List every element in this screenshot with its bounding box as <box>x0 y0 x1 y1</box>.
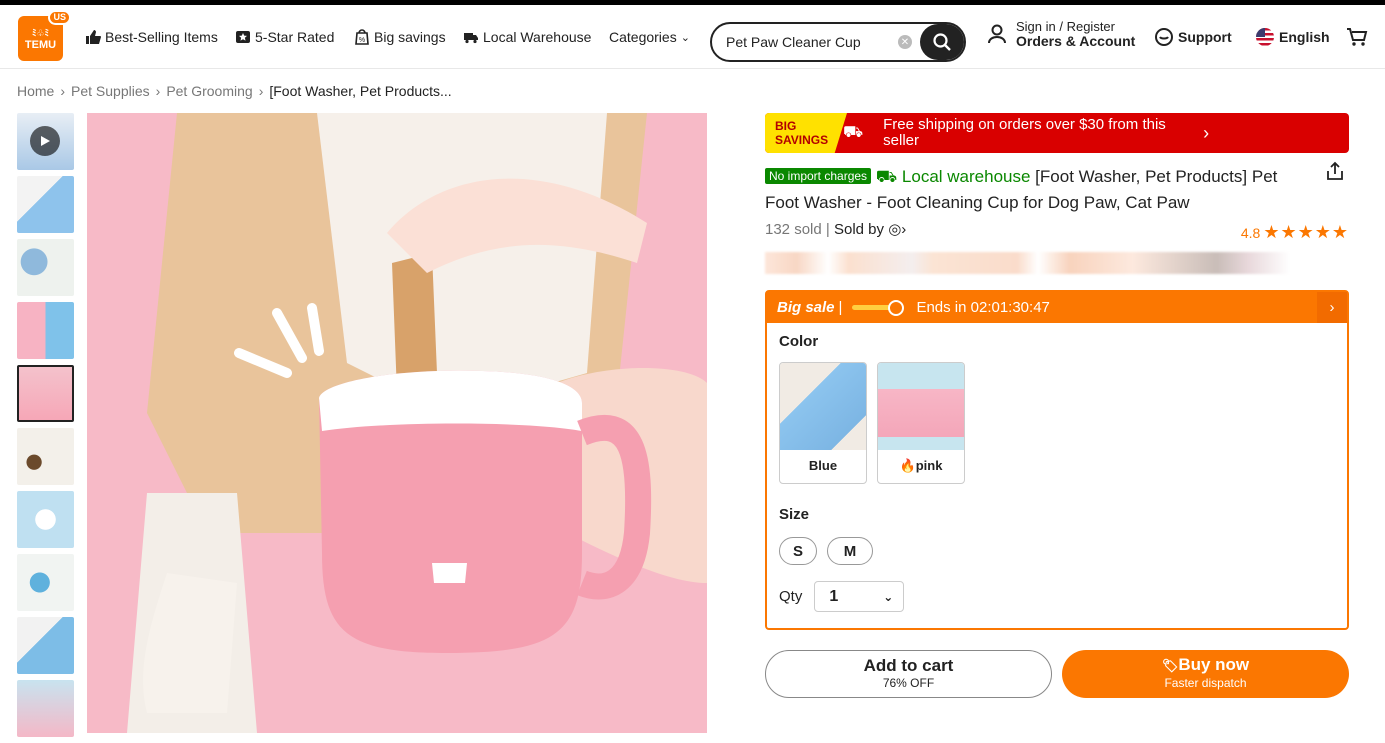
user-icon <box>988 24 1006 44</box>
product-title: No import charges ⛟ Local warehouse [Foo… <box>765 163 1305 216</box>
cart-link[interactable] <box>1346 5 1368 69</box>
sale-progress-bar <box>852 300 905 316</box>
breadcrumb-home[interactable]: Home <box>17 83 54 99</box>
sale-countdown: Ends in 02:01:30:47 <box>916 299 1050 316</box>
nav-big-savings[interactable]: % Big savings <box>354 5 446 69</box>
product-main-image[interactable] <box>87 113 707 733</box>
promo-banner[interactable]: BIG SAVINGS ⛟ Free shipping on orders ov… <box>765 113 1349 153</box>
star-icons: ★★★★★ <box>1263 222 1349 242</box>
truck-icon: ⛟ <box>875 167 898 186</box>
color-swatch-image <box>780 363 866 450</box>
nav-local-warehouse[interactable]: Local Warehouse <box>463 5 591 69</box>
tag-icon: 🏷 <box>1161 658 1179 673</box>
svg-text:%: % <box>359 37 365 44</box>
search-button[interactable] <box>920 24 964 60</box>
savings-bag-icon: % <box>355 29 369 45</box>
site-header: ﾐ♧ﾐ TEMU US Best-Selling Items 5-Star Ra… <box>0 5 1385 69</box>
promo-message: Free shipping on orders over $30 from th… <box>883 116 1166 149</box>
product-info: BIG SAVINGS ⛟ Free shipping on orders ov… <box>765 113 1349 698</box>
chevron-right-icon[interactable]: › <box>1317 292 1347 323</box>
qty-select[interactable]: 1 ⌄ <box>814 581 905 612</box>
rating-value: 4.8 <box>1240 224 1261 241</box>
language-selector[interactable]: English <box>1255 5 1330 69</box>
nav-best-selling[interactable]: Best-Selling Items <box>85 5 218 69</box>
temu-logo[interactable]: ﾐ♧ﾐ TEMU US <box>18 10 71 61</box>
thumbnail-item[interactable] <box>17 617 74 674</box>
thumbnail-item[interactable] <box>17 491 74 548</box>
no-import-badge: No import charges <box>765 168 872 184</box>
breadcrumb-pet-supplies[interactable]: Pet Supplies <box>71 83 150 99</box>
share-icon[interactable] <box>1325 161 1345 186</box>
sale-header[interactable]: Big sale | Ends in 02:01:30:47 › <box>767 292 1347 323</box>
fire-icon: 🔥 <box>899 458 916 473</box>
thumbnail-item[interactable] <box>17 302 74 359</box>
search-bar[interactable]: Pet Paw Cleaner Cup ✕ <box>710 22 966 62</box>
blurred-price-area <box>765 252 1290 274</box>
thumbnail-item-selected[interactable] <box>17 365 74 422</box>
cart-icon <box>1347 28 1368 46</box>
breadcrumb-pet-grooming[interactable]: Pet Grooming <box>166 83 252 99</box>
chevron-down-icon: ⌄ <box>680 31 690 44</box>
thumbnail-video[interactable] <box>17 113 74 170</box>
size-option-s[interactable]: S <box>779 537 817 565</box>
thumbnail-list <box>17 113 75 743</box>
logo-region: US <box>48 10 71 25</box>
search-input[interactable]: Pet Paw Cleaner Cup <box>726 34 898 50</box>
size-label: Size <box>779 506 810 523</box>
rating[interactable]: 4.8 ★★★★★ <box>1241 222 1349 243</box>
big-savings-tag: BIG SAVINGS <box>765 113 847 153</box>
chevron-down-icon: ⌄ <box>883 589 894 604</box>
sold-count: 132 sold <box>765 221 822 238</box>
thumbnail-item[interactable] <box>17 680 74 737</box>
thumbs-up-icon <box>86 30 101 44</box>
product-meta: 132 sold | Sold by ◎› 4.8 ★★★★★ <box>765 221 1349 243</box>
chevron-right-icon: › <box>1203 122 1210 143</box>
breadcrumb: Home › Pet Supplies › Pet Grooming › [Foot … <box>17 83 452 99</box>
search-icon <box>933 33 951 51</box>
add-to-cart-button[interactable]: Add to cart 76% OFF <box>765 650 1052 698</box>
nav-categories[interactable]: Categories ⌄ <box>609 5 690 69</box>
thumbnail-item[interactable] <box>17 176 74 233</box>
big-sale-panel: Big sale | Ends in 02:01:30:47 › Color B… <box>765 290 1349 630</box>
account-menu[interactable]: Sign in / Register Orders & Account <box>986 19 1135 49</box>
local-warehouse-label[interactable]: ⛟ Local warehouse <box>876 167 1031 186</box>
thumbnail-item[interactable] <box>17 554 74 611</box>
us-flag-icon <box>1256 28 1274 46</box>
play-icon <box>30 126 60 156</box>
sold-by-link[interactable]: Sold by ◎› <box>834 221 906 238</box>
size-option-m[interactable]: M <box>827 537 873 565</box>
truck-icon: ⛟ <box>843 124 864 141</box>
color-label: Color <box>779 333 819 350</box>
buy-now-button[interactable]: 🏷Buy now Faster dispatch <box>1062 650 1349 698</box>
logo-text: TEMU <box>24 38 57 51</box>
clear-search-icon[interactable]: ✕ <box>898 35 912 49</box>
sale-label: Big sale <box>777 299 835 316</box>
color-option-blue[interactable]: Blue <box>779 362 867 484</box>
support-chat-icon <box>1155 28 1173 46</box>
truck-icon <box>464 33 478 44</box>
seller-avatar-icon: ◎› <box>888 221 907 238</box>
breadcrumb-current: [Foot Washer, Pet Products... <box>269 83 452 99</box>
qty-label: Qty <box>779 588 803 605</box>
thumbnail-item[interactable] <box>17 428 74 485</box>
color-swatch-image <box>878 363 964 450</box>
color-option-pink[interactable]: 🔥pink <box>877 362 965 484</box>
support-link[interactable]: Support <box>1154 5 1232 69</box>
star-badge-icon <box>236 31 250 43</box>
thumbnail-item[interactable] <box>17 239 74 296</box>
nav-five-star[interactable]: 5-Star Rated <box>235 5 334 69</box>
